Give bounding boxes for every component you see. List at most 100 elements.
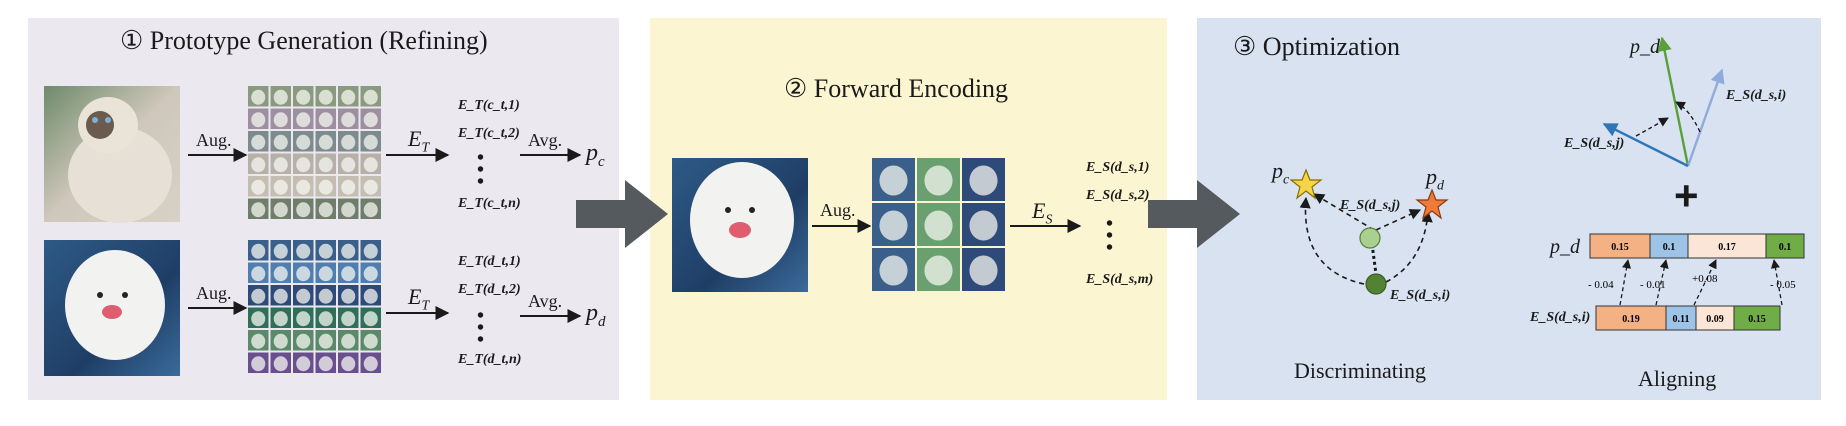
thumbnail-subject: [251, 134, 266, 150]
thumbnail-subject: [318, 288, 333, 304]
avg-label-1: Avg.: [528, 130, 563, 150]
cat-photo: [44, 86, 180, 223]
es-list-item-2: E_S(d_s,2): [1086, 188, 1150, 203]
thumbnail-subject: [341, 243, 356, 259]
thumbnail-subject: [318, 311, 333, 327]
bar-esi: 0.19 0.11 0.09 0.15: [1595, 305, 1781, 331]
dog-photo-1: [44, 240, 180, 376]
thumbnail-subject: [296, 333, 311, 349]
bar-segment-value: 0.1: [1779, 242, 1792, 253]
thumbnail-subject: [296, 356, 311, 372]
thumbnail-subject: [251, 179, 266, 195]
thumbnail-subject: [879, 255, 908, 286]
thumbnail-subject: [363, 179, 378, 195]
thumbnail-subject: [251, 288, 266, 304]
thumbnail-subject: [251, 356, 266, 372]
thumbnail-subject: [251, 157, 266, 173]
bar-segment-value: 0.09: [1706, 314, 1724, 325]
big-arrow-2: [1148, 180, 1240, 248]
vec-esj-label: E_S(d_s,j): [1564, 136, 1625, 151]
node-dsi: [1365, 273, 1387, 295]
thumbnail-subject: [318, 333, 333, 349]
thumbnail-subject: [318, 266, 333, 282]
thumbnail-subject: [251, 333, 266, 349]
augmented-dog-grid-1: [248, 240, 381, 373]
vec-pd-label: p_d: [1630, 36, 1660, 58]
thumbnail-subject: [273, 333, 288, 349]
thumbnail-subject: [924, 210, 953, 241]
es-list-item-1: E_S(d_s,1): [1086, 160, 1150, 175]
es-list-item-m: E_S(d_s,m): [1086, 272, 1154, 287]
thumbnail-subject: [251, 89, 266, 105]
thumbnail-subject: [341, 356, 356, 372]
list-c-ellipsis: • • •: [477, 147, 485, 193]
pd-label-1: pd: [586, 300, 606, 330]
thumbnail-subject: [341, 288, 356, 304]
thumbnail-subject: [879, 165, 908, 196]
thumbnail-subject: [296, 202, 311, 218]
bar-segment-value: 0.15: [1611, 242, 1629, 253]
list-d-ellipsis: • • •: [477, 305, 485, 351]
list-d-item-n: E_T(d_t,n): [458, 352, 522, 367]
bar-esi-label: E_S(d_s,i): [1530, 310, 1591, 325]
thumbnail-subject: [251, 266, 266, 282]
thumbnail-subject: [296, 311, 311, 327]
augmented-cat-grid: [248, 86, 381, 219]
aug-label-3: Aug.: [820, 200, 856, 220]
diff-label: - 0.05: [1770, 279, 1796, 291]
thumbnail-subject: [318, 157, 333, 173]
thumbnail-subject: [273, 288, 288, 304]
thumbnail-subject: [969, 165, 998, 196]
thumbnail-subject: [363, 356, 378, 372]
pd-label-2: pd: [1426, 164, 1444, 194]
node-dsi-label: E_S(d_s,i): [1390, 288, 1451, 303]
thumbnail-subject: [363, 112, 378, 128]
thumbnail-subject: [363, 333, 378, 349]
bar-segment-value: 0.19: [1622, 314, 1640, 325]
thumbnail-subject: [363, 311, 378, 327]
thumbnail-subject: [318, 243, 333, 259]
vec-esi-label: E_S(d_s,i): [1726, 88, 1787, 103]
thumbnail-subject: [273, 266, 288, 282]
thumbnail-subject: [341, 134, 356, 150]
thumbnail-subject: [296, 243, 311, 259]
thumbnail-subject: [318, 134, 333, 150]
thumbnail-subject: [273, 243, 288, 259]
thumbnail-subject: [363, 288, 378, 304]
diff-label: +0.08: [1692, 273, 1718, 285]
thumbnail-subject: [341, 333, 356, 349]
bar-segment-value: 0.1: [1663, 242, 1676, 253]
thumbnail-subject: [273, 202, 288, 218]
bar-pd: 0.15 0.1 0.17 0.1: [1589, 233, 1805, 259]
thumbnail-subject: [318, 356, 333, 372]
bar-segment-value: 0.17: [1718, 242, 1736, 253]
pc-label-1: pc: [586, 140, 605, 170]
list-c-item-2: E_T(c_t,2): [458, 126, 520, 141]
vector-pd: [1657, 36, 1690, 167]
list-d-item-2: E_T(d_t,2): [458, 282, 521, 297]
big-arrow-1: [576, 180, 668, 248]
star-pc: [1289, 168, 1323, 200]
thumbnail-subject: [318, 89, 333, 105]
thumbnail-subject: [341, 179, 356, 195]
thumbnail-subject: [341, 266, 356, 282]
diagram-canvas: 0.15 0.1 0.17 0.1 0.19 0.11 0.09 0.15 - 0.04- …: [44, 36, 1805, 376]
discriminating-label: Discriminating: [1294, 358, 1426, 383]
diff-arrow: [1619, 259, 1632, 306]
thumbnail-subject: [273, 112, 288, 128]
bar-segment-value: 0.11: [1673, 314, 1690, 325]
thumbnail-subject: [296, 179, 311, 195]
thumbnail-subject: [341, 112, 356, 128]
thumbnail-subject: [296, 157, 311, 173]
et-label-2: ET: [408, 284, 430, 314]
aug-label-1: Aug.: [196, 130, 232, 150]
thumbnail-subject: [273, 134, 288, 150]
thumbnail-subject: [363, 266, 378, 282]
thumbnail-subject: [363, 243, 378, 259]
thumbnail-subject: [924, 165, 953, 196]
bar-segment-value: 0.15: [1748, 314, 1766, 325]
thumbnail-subject: [251, 112, 266, 128]
thumbnail-subject: [341, 311, 356, 327]
thumbnail-subject: [879, 210, 908, 241]
thumbnail-subject: [969, 255, 998, 286]
